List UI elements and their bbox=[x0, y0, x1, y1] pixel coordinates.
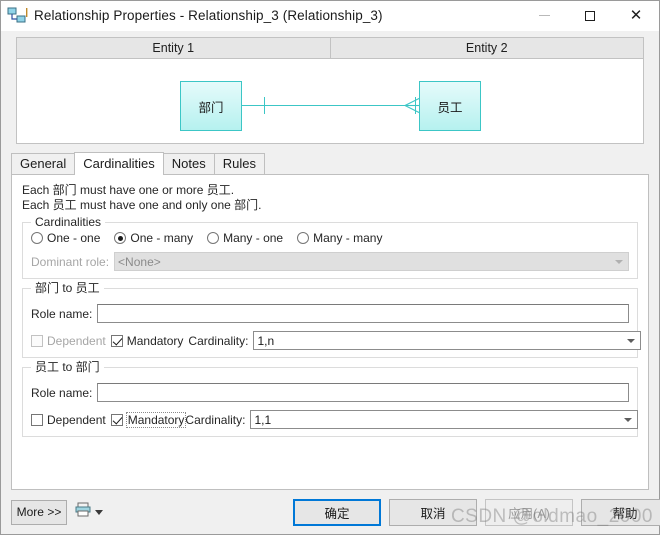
dependent-label-1: Dependent bbox=[47, 333, 106, 348]
radio-circle-selected-icon bbox=[114, 232, 127, 244]
flags-row-1: Dependent Mandatory Cardinality: 1,n bbox=[31, 331, 642, 350]
radio-circle-icon bbox=[31, 232, 43, 244]
radio-circle-icon bbox=[297, 232, 310, 244]
cardinality-label-2: Cardinality: bbox=[185, 412, 246, 427]
tab-rules[interactable]: Rules bbox=[213, 153, 266, 174]
role-name-label-1: Role name: bbox=[31, 306, 93, 321]
cardinality-select-1[interactable]: 1,n bbox=[253, 331, 642, 350]
title-bar: Relationship Properties - Relationship_3… bbox=[1, 1, 659, 31]
mandatory-checkbox-2[interactable] bbox=[110, 413, 123, 426]
cardinality-value-1: 1,n bbox=[257, 333, 275, 348]
description-line-2: Each 员工 must have one and only one 部门. bbox=[22, 198, 262, 212]
crows-foot-many-icon bbox=[403, 97, 421, 114]
cardinality-radio-group: One - one One - many Many - one Many - m… bbox=[31, 231, 629, 245]
tab-strip: General Cardinalities Notes Rules bbox=[11, 152, 659, 175]
dependent-checkbox-1 bbox=[31, 334, 43, 347]
cardinality-select-2[interactable]: 1,1 bbox=[250, 410, 639, 429]
more-button[interactable]: More >> bbox=[11, 499, 67, 525]
cardinalities-tab-panel: Each 部门 must have one or more 员工. Each 员… bbox=[11, 174, 649, 490]
tab-notes[interactable]: Notes bbox=[162, 153, 215, 174]
cardinalities-group-legend: Cardinalities bbox=[31, 215, 106, 229]
tab-general[interactable]: General bbox=[11, 153, 76, 174]
window-controls: ✕ bbox=[521, 1, 659, 31]
entity-1-header[interactable]: Entity 1 bbox=[16, 37, 331, 59]
diagram-entity-left[interactable]: 部门 bbox=[180, 81, 242, 131]
diagram-entity-right[interactable]: 员工 bbox=[419, 81, 481, 131]
radio-many-many[interactable]: Many - many bbox=[297, 231, 382, 245]
role-name-label-2: Role name: bbox=[31, 385, 93, 400]
printer-icon[interactable] bbox=[75, 502, 91, 522]
chevron-down-icon bbox=[624, 417, 633, 422]
dominant-role-label: Dominant role: bbox=[31, 254, 110, 269]
role-name-input-2[interactable] bbox=[97, 383, 629, 402]
role-name-row-1: Role name: bbox=[31, 304, 629, 323]
maximize-icon[interactable] bbox=[567, 1, 613, 31]
dominant-role-value: <None> bbox=[118, 254, 161, 269]
radio-many-one-label: Many - one bbox=[223, 231, 284, 245]
radio-one-one[interactable]: One - one bbox=[31, 231, 100, 245]
window-title: Relationship Properties - Relationship_3… bbox=[34, 8, 383, 23]
chevron-down-icon bbox=[615, 259, 623, 264]
close-icon[interactable]: ✕ bbox=[613, 1, 659, 31]
tab-cardinalities[interactable]: Cardinalities bbox=[74, 152, 164, 175]
radio-one-one-label: One - one bbox=[47, 231, 101, 245]
role-group-2-legend: 员工 to 部门 bbox=[31, 360, 104, 374]
radio-many-many-label: Many - many bbox=[313, 231, 383, 245]
radio-circle-icon bbox=[207, 232, 220, 244]
ok-button[interactable]: 确定 bbox=[293, 498, 381, 526]
cancel-button[interactable]: 取消 bbox=[389, 498, 477, 526]
mandatory-checkbox-1[interactable] bbox=[110, 334, 123, 347]
dialog-footer: More >> 确定 取消 应用(A) 帮助 CSDN @oldmao_2000 bbox=[1, 490, 660, 534]
role-group-employee-to-department: 员工 to 部门 Role name: Dependent Mandatory … bbox=[22, 360, 639, 437]
role-group-department-to-employee: 部门 to 员工 Role name: Dependent Mandatory … bbox=[22, 281, 642, 358]
radio-one-many-label: One - many bbox=[130, 231, 194, 245]
role-group-1-legend: 部门 to 员工 bbox=[31, 281, 104, 295]
help-button[interactable]: 帮助 bbox=[581, 498, 660, 526]
dominant-role-select[interactable]: <None> bbox=[114, 252, 629, 271]
role-name-row-2: Role name: bbox=[31, 383, 629, 402]
relationship-icon bbox=[6, 5, 28, 27]
entity-column-headers: Entity 1 Entity 2 bbox=[16, 37, 644, 59]
mandatory-label-1: Mandatory bbox=[126, 333, 184, 348]
footer-action-buttons: 确定 取消 应用(A) 帮助 bbox=[293, 498, 660, 526]
relationship-properties-dialog: Relationship Properties - Relationship_3… bbox=[0, 0, 660, 535]
role-name-input-1[interactable] bbox=[97, 304, 629, 323]
cardinalities-group: Cardinalities One - one One - many Many … bbox=[22, 215, 638, 279]
cardinality-one-tick-left bbox=[264, 97, 265, 114]
relationship-link-line bbox=[242, 105, 420, 106]
relationship-diagram-preview: 部门 员工 bbox=[16, 59, 644, 144]
entity-2-header[interactable]: Entity 2 bbox=[330, 37, 644, 59]
radio-one-many[interactable]: One - many bbox=[114, 231, 193, 245]
mandatory-label-2: Mandatory bbox=[125, 411, 187, 428]
flags-row-2: Dependent Mandatory Cardinality: 1,1 bbox=[31, 410, 639, 429]
dominant-role-row: Dominant role: <None> bbox=[31, 252, 629, 271]
radio-many-one[interactable]: Many - one bbox=[207, 231, 283, 245]
apply-button: 应用(A) bbox=[485, 498, 573, 526]
printer-control[interactable] bbox=[75, 502, 103, 522]
dependent-checkbox-2[interactable] bbox=[31, 413, 43, 426]
dependent-label-2: Dependent bbox=[47, 412, 106, 427]
cardinality-label-1: Cardinality: bbox=[188, 333, 249, 348]
cardinality-value-2: 1,1 bbox=[254, 412, 272, 427]
chevron-down-icon bbox=[627, 338, 636, 343]
description-line-1: Each 部门 must have one or more 员工. bbox=[22, 183, 235, 197]
minimize-icon[interactable] bbox=[521, 1, 567, 31]
chevron-down-icon[interactable] bbox=[95, 509, 103, 515]
